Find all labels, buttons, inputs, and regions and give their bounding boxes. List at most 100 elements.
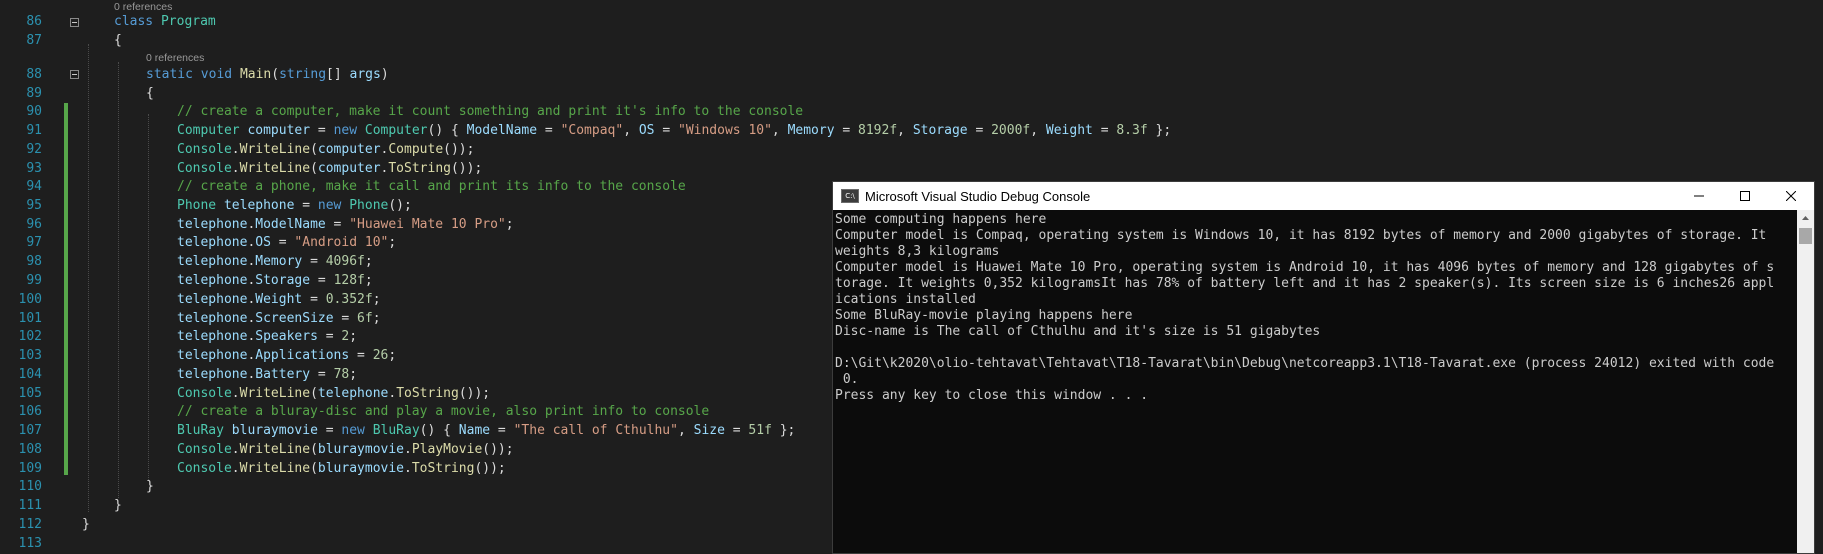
code-line[interactable]: static void Main(string[] args) [146, 66, 389, 84]
code-line[interactable]: telephone.Weight = 0.352f; [177, 291, 381, 309]
line-number: 113 [18, 536, 42, 551]
code-line[interactable]: Console.WriteLine(computer.Compute()); [177, 141, 474, 159]
code-token: Phone [177, 198, 224, 213]
code-token: 4096f [325, 254, 365, 269]
code-line[interactable]: Console.WriteLine(computer.ToString()); [177, 160, 482, 178]
code-line[interactable]: Console.WriteLine(bluraymovie.PlayMovie(… [177, 441, 514, 459]
line-number: 106 [18, 404, 42, 419]
code-line[interactable]: // create a phone, make it call and prin… [177, 178, 686, 196]
code-token: computer [317, 161, 381, 176]
code-token: telephone [177, 367, 248, 382]
close-button[interactable] [1768, 182, 1814, 210]
code-token: new [333, 123, 365, 138]
console-titlebar[interactable]: C:\ Microsoft Visual Studio Debug Consol… [833, 182, 1814, 210]
code-token: ; [364, 254, 373, 269]
console-output[interactable]: Some computing happens here Computer mode… [833, 212, 1796, 553]
code-line[interactable]: } [114, 497, 122, 515]
collapse-class-icon[interactable] [70, 18, 79, 27]
console-title: Microsoft Visual Studio Debug Console [865, 188, 1091, 204]
code-token: = [349, 348, 373, 363]
debug-console-window[interactable]: C:\ Microsoft Visual Studio Debug Consol… [832, 181, 1815, 554]
console-scrollbar[interactable] [1797, 210, 1814, 553]
code-line[interactable]: telephone.Memory = 4096f; [177, 253, 373, 271]
code-line[interactable]: telephone.Storage = 128f; [177, 272, 373, 290]
code-token: class [114, 14, 161, 29]
code-token: ScreenSize [255, 311, 334, 326]
code-line[interactable]: telephone.Speakers = 2; [177, 328, 357, 346]
code-token: Console [177, 442, 232, 457]
code-token: telephone [317, 386, 389, 401]
code-line[interactable]: // create a bluray-disc and play a movie… [177, 403, 709, 421]
code-token: = [333, 311, 358, 326]
code-line[interactable]: telephone.ScreenSize = 6f; [177, 310, 381, 328]
code-token: "Windows 10" [678, 123, 772, 138]
line-number: 95 [26, 198, 42, 213]
code-token: ToString [411, 461, 475, 476]
code-token: Memory [255, 254, 303, 269]
line-number: 88 [26, 67, 42, 82]
code-line[interactable]: class Program [114, 13, 216, 31]
code-token: = [654, 123, 678, 138]
codelens-references-main[interactable]: 0 references [146, 52, 204, 64]
code-token: ; [388, 348, 397, 363]
code-token: Size [693, 423, 725, 438]
code-token: } [114, 498, 122, 513]
code-token: OS [255, 235, 271, 250]
line-number: 87 [26, 33, 42, 48]
indent-guide [148, 114, 149, 480]
collapse-method-icon[interactable] [70, 70, 79, 79]
code-line[interactable]: { [146, 85, 154, 103]
code-token: telephone [177, 217, 248, 232]
code-token: WriteLine [239, 461, 311, 476]
code-token: , [677, 423, 694, 438]
code-token: 8.3f [1116, 123, 1148, 138]
minimize-icon [1694, 195, 1704, 197]
code-token: Applications [255, 348, 350, 363]
code-line[interactable]: } [146, 478, 154, 496]
code-token: 8192f [858, 123, 898, 138]
code-token: static [146, 67, 201, 82]
code-token: , [897, 123, 913, 138]
code-token: new [317, 198, 350, 213]
line-number: 90 [26, 104, 42, 119]
code-token: Computer [364, 123, 428, 138]
minimize-button[interactable] [1676, 182, 1722, 210]
code-token: Weight [255, 292, 303, 307]
code-token: BluRay [177, 423, 232, 438]
scroll-up-arrow-icon[interactable] [1797, 212, 1814, 224]
code-line[interactable]: Console.WriteLine(bluraymovie.ToString()… [177, 460, 506, 478]
code-token: Console [177, 461, 232, 476]
line-number: 98 [26, 254, 42, 269]
code-token: ()); [474, 461, 506, 476]
code-token: "Android 10" [294, 235, 389, 250]
maximize-button[interactable] [1722, 182, 1768, 210]
console-line: Computer model is Compaq, operating syst… [835, 228, 1767, 243]
code-token: = [537, 123, 561, 138]
code-token: Console [177, 161, 232, 176]
code-line[interactable]: BluRay bluraymovie = new BluRay() { Name… [177, 422, 795, 440]
console-line: Disc-name is The call of Cthulhu and it'… [835, 324, 1321, 339]
line-number: 91 [26, 123, 42, 138]
code-token: void [200, 67, 240, 82]
code-line[interactable]: // create a computer, make it count some… [177, 103, 803, 121]
code-line[interactable]: Console.WriteLine(telephone.ToString()); [177, 385, 490, 403]
code-line[interactable]: telephone.OS = "Android 10"; [177, 234, 396, 252]
code-line[interactable]: telephone.Battery = 78; [177, 366, 357, 384]
code-token: OS [638, 123, 655, 138]
codelens-references-class[interactable]: 0 references [114, 1, 172, 13]
console-app-icon: C:\ [841, 189, 859, 203]
code-token: ()); [458, 386, 491, 401]
code-line[interactable]: { [114, 32, 122, 50]
code-token: . [231, 461, 240, 476]
code-line[interactable]: telephone.Applications = 26; [177, 347, 396, 365]
code-token: Console [177, 386, 232, 401]
code-line[interactable]: } [82, 516, 90, 534]
code-line[interactable]: telephone.ModelName = "Huawei Mate 10 Pr… [177, 216, 514, 234]
code-token: ; [372, 311, 381, 326]
code-token: . [231, 386, 240, 401]
code-token: = [310, 367, 334, 382]
code-token: ()); [443, 142, 475, 157]
code-line[interactable]: Phone telephone = new Phone(); [177, 197, 412, 215]
scroll-thumb[interactable] [1799, 228, 1812, 244]
code-line[interactable]: Computer computer = new Computer() { Mod… [177, 122, 1171, 140]
